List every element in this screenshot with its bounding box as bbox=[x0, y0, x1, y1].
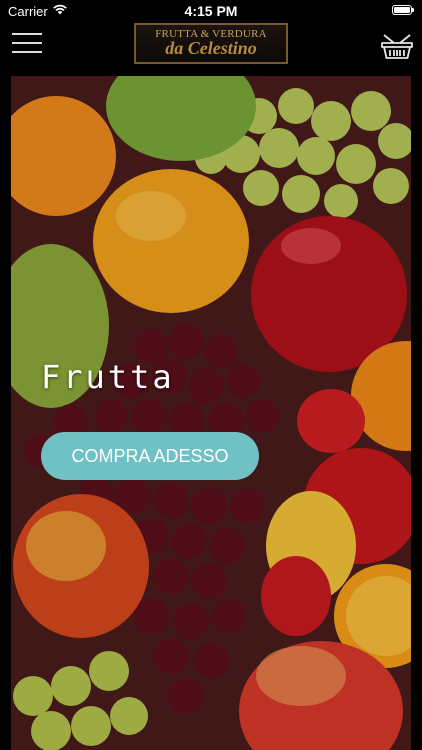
navigation-bar: FRUTTA & VERDURA da Celestino bbox=[0, 22, 422, 66]
hero-banner[interactable]: Frutta COMPRA ADESSO bbox=[11, 76, 411, 750]
battery-icon bbox=[392, 5, 414, 15]
logo-line-2: da Celestino bbox=[165, 38, 257, 58]
clock: 4:15 PM bbox=[184, 3, 238, 19]
brand-logo[interactable]: FRUTTA & VERDURA da Celestino bbox=[134, 23, 288, 64]
status-bar: Carrier 4:15 PM bbox=[0, 0, 422, 22]
hero-title: Frutta bbox=[41, 358, 175, 396]
hamburger-menu-icon[interactable] bbox=[12, 33, 42, 55]
basket-icon[interactable] bbox=[380, 30, 414, 60]
buy-now-button[interactable]: COMPRA ADESSO bbox=[41, 432, 259, 480]
